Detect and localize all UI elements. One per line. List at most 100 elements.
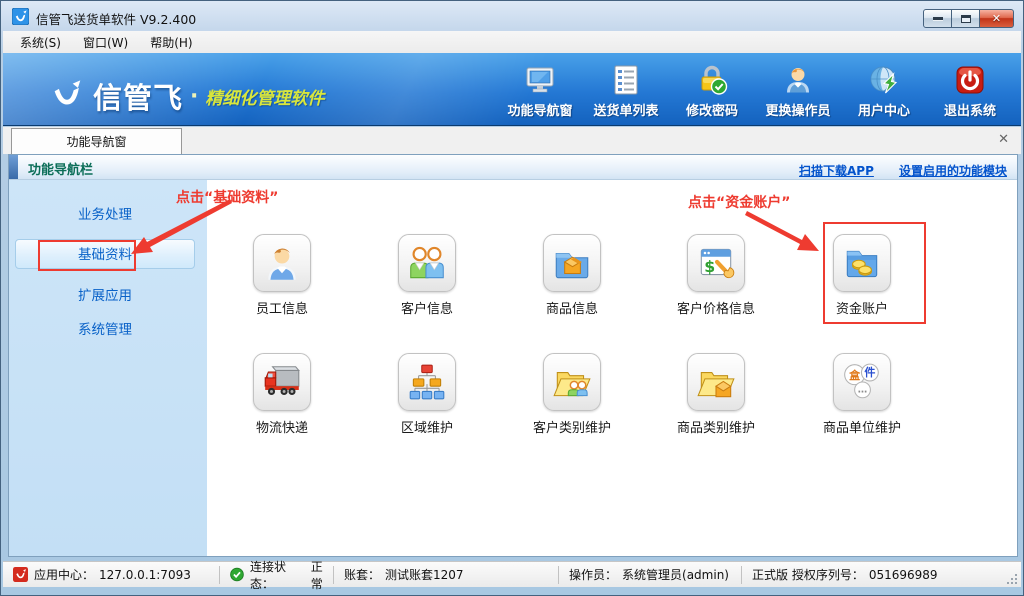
grid-cell-label: 商品单位维护: [823, 417, 901, 436]
minimize-icon: [933, 17, 943, 20]
status-value: 127.0.0.1:7093: [99, 568, 191, 582]
grid-cell-region[interactable]: 区域维护: [367, 353, 487, 436]
product-info-icon: [551, 242, 593, 284]
nav-header: 功能导航栏 扫描下载APP 设置启用的功能模块: [9, 155, 1017, 180]
menubar: 系统(S) 窗口(W) 帮助(H): [3, 31, 1021, 53]
status-operator: 操作员： 系统管理员(admin): [558, 566, 741, 584]
close-icon: ✕: [992, 12, 1001, 25]
grid-cell-label: 员工信息: [256, 298, 308, 317]
link-scan-download-app[interactable]: 扫描下载APP: [799, 164, 874, 178]
app-logo-icon: [12, 8, 29, 25]
titlebar: 信管飞送货单软件 V9.2.400 ✕: [1, 1, 1023, 31]
tab-nav-window[interactable]: 功能导航窗: [11, 128, 182, 154]
toolbar-button-nav-window[interactable]: 功能导航窗: [497, 58, 583, 122]
grid-cell-label: 物流快递: [256, 417, 308, 436]
toolbar-button-label: 功能导航窗: [507, 100, 572, 119]
menu-item-help[interactable]: 帮助(H): [139, 31, 203, 54]
grid-cell-label: 客户信息: [401, 298, 453, 317]
status-label: 正式版 授权序列号：: [752, 566, 864, 583]
product-unit-icon: 盒 件 …: [841, 361, 883, 403]
grid-cell-employee-info[interactable]: 员工信息: [222, 234, 342, 317]
toolbar-button-label: 退出系统: [944, 100, 996, 119]
tab-label: 功能导航窗: [66, 133, 126, 150]
annotation-note-basic-data: 点击“基础资料”: [176, 187, 278, 207]
status-license: 正式版 授权序列号： 051696989: [741, 566, 1021, 584]
sidebar-item-system[interactable]: 系统管理: [15, 315, 195, 345]
sidebar-item-extension[interactable]: 扩展应用: [15, 281, 195, 311]
logistics-truck-icon: [261, 361, 303, 403]
employee-info-icon: [261, 242, 303, 284]
customer-category-icon: [551, 361, 593, 403]
status-value: 测试账套1207: [385, 566, 464, 583]
status-label: 账套：: [344, 566, 380, 583]
annotation-note-fund-account: 点击“资金账户”: [688, 192, 790, 212]
grid-cell-customer-category[interactable]: 客户类别维护: [512, 353, 632, 436]
grid-cell-product-info[interactable]: 商品信息: [512, 234, 632, 317]
region-tree-icon: [406, 361, 448, 403]
toolbar-button-label: 用户中心: [858, 100, 910, 119]
product-category-icon: [695, 361, 737, 403]
svg-text:…: …: [858, 385, 867, 396]
app-window: 信管飞送货单软件 V9.2.400 ✕ 系统(S) 窗口(W) 帮助(H) 信管…: [0, 0, 1024, 596]
brand-tagline: 精细化管理软件: [205, 84, 324, 109]
status-app-center: 应用中心： 127.0.0.1:7093: [3, 566, 219, 584]
panel-close-icon[interactable]: ✕: [998, 132, 1009, 147]
grid-cell-product-unit[interactable]: 盒 件 … 商品单位维护: [802, 353, 922, 436]
status-label: 连接状态：: [250, 558, 306, 592]
grid-cell-label: 区域维护: [401, 417, 453, 436]
sidebar-item-business[interactable]: 业务处理: [15, 200, 195, 230]
exit-power-icon: [953, 63, 987, 97]
grid-cell-customer-price[interactable]: $ 客户价格信息: [656, 234, 776, 317]
tabstrip: 功能导航窗 ✕: [3, 127, 1021, 154]
status-value: 正常: [311, 558, 333, 592]
grid-cell-label: 商品信息: [546, 298, 598, 317]
annotation-box-fund-account: [823, 222, 926, 324]
content-panel: 功能导航栏 扫描下载APP 设置启用的功能模块 业务处理 基础资料 扩展应用 系…: [8, 154, 1018, 557]
brand: 信管飞 · 精细化管理软件: [47, 75, 324, 117]
toolbar-button-label: 修改密码: [686, 100, 738, 119]
grid-cell-label: 客户价格信息: [677, 298, 755, 317]
status-value: 051696989: [869, 568, 938, 582]
grid-cell-label: 客户类别维护: [533, 417, 611, 436]
brand-name: 信管飞: [93, 75, 183, 117]
svg-text:盒: 盒: [848, 368, 861, 382]
svg-text:件: 件: [864, 365, 875, 379]
minimize-button[interactable]: [923, 9, 952, 28]
menu-item-system[interactable]: 系统(S): [9, 31, 72, 54]
customer-price-icon: $: [695, 242, 737, 284]
toolbar-button-change-password[interactable]: 修改密码: [669, 58, 755, 122]
toolbar-button-label: 送货单列表: [593, 100, 658, 119]
password-lock-icon: [695, 63, 729, 97]
resize-grip[interactable]: [1007, 574, 1017, 584]
grid-cell-customer-info[interactable]: 客户信息: [367, 234, 487, 317]
brand-separator: ·: [190, 84, 198, 109]
toolbar-button-exit[interactable]: 退出系统: [927, 58, 1013, 122]
annotation-box-basic-data: [38, 240, 136, 271]
status-connection: 连接状态： 正常: [219, 566, 333, 584]
monitor-icon: [523, 63, 557, 97]
customer-info-icon: [406, 242, 448, 284]
close-button[interactable]: ✕: [979, 9, 1014, 28]
status-label: 操作员：: [569, 566, 617, 583]
toolbar-button-switch-operator[interactable]: 更换操作员: [755, 58, 841, 122]
sidebar: 业务处理 基础资料 扩展应用 系统管理: [9, 180, 207, 556]
menu-item-window[interactable]: 窗口(W): [72, 31, 139, 54]
link-enable-modules[interactable]: 设置启用的功能模块: [899, 164, 1007, 178]
status-label: 应用中心：: [34, 566, 94, 583]
toolbar-button-user-center[interactable]: 用户中心: [841, 58, 927, 122]
window-title: 信管飞送货单软件 V9.2.400: [36, 9, 196, 28]
statusbar: 应用中心： 127.0.0.1:7093 连接状态： 正常 账套： 测试账套12…: [3, 561, 1021, 587]
switch-operator-icon: [781, 63, 815, 97]
grid-cell-label: 商品类别维护: [677, 417, 755, 436]
grid-cell-product-category[interactable]: 商品类别维护: [656, 353, 776, 436]
nav-accent-bar: [9, 155, 18, 179]
maximize-button[interactable]: [951, 9, 980, 28]
status-account-set: 账套： 测试账套1207: [333, 566, 558, 584]
maximize-icon: [961, 15, 971, 23]
toolbar-button-delivery-list[interactable]: 送货单列表: [583, 58, 669, 122]
status-value: 系统管理员(admin): [622, 566, 729, 583]
toolbar-button-label: 更换操作员: [765, 100, 830, 119]
delivery-list-icon: [609, 63, 643, 97]
grid-cell-logistics[interactable]: 物流快递: [222, 353, 342, 436]
toolbar: 信管飞 · 精细化管理软件 功能导航窗: [3, 53, 1021, 126]
